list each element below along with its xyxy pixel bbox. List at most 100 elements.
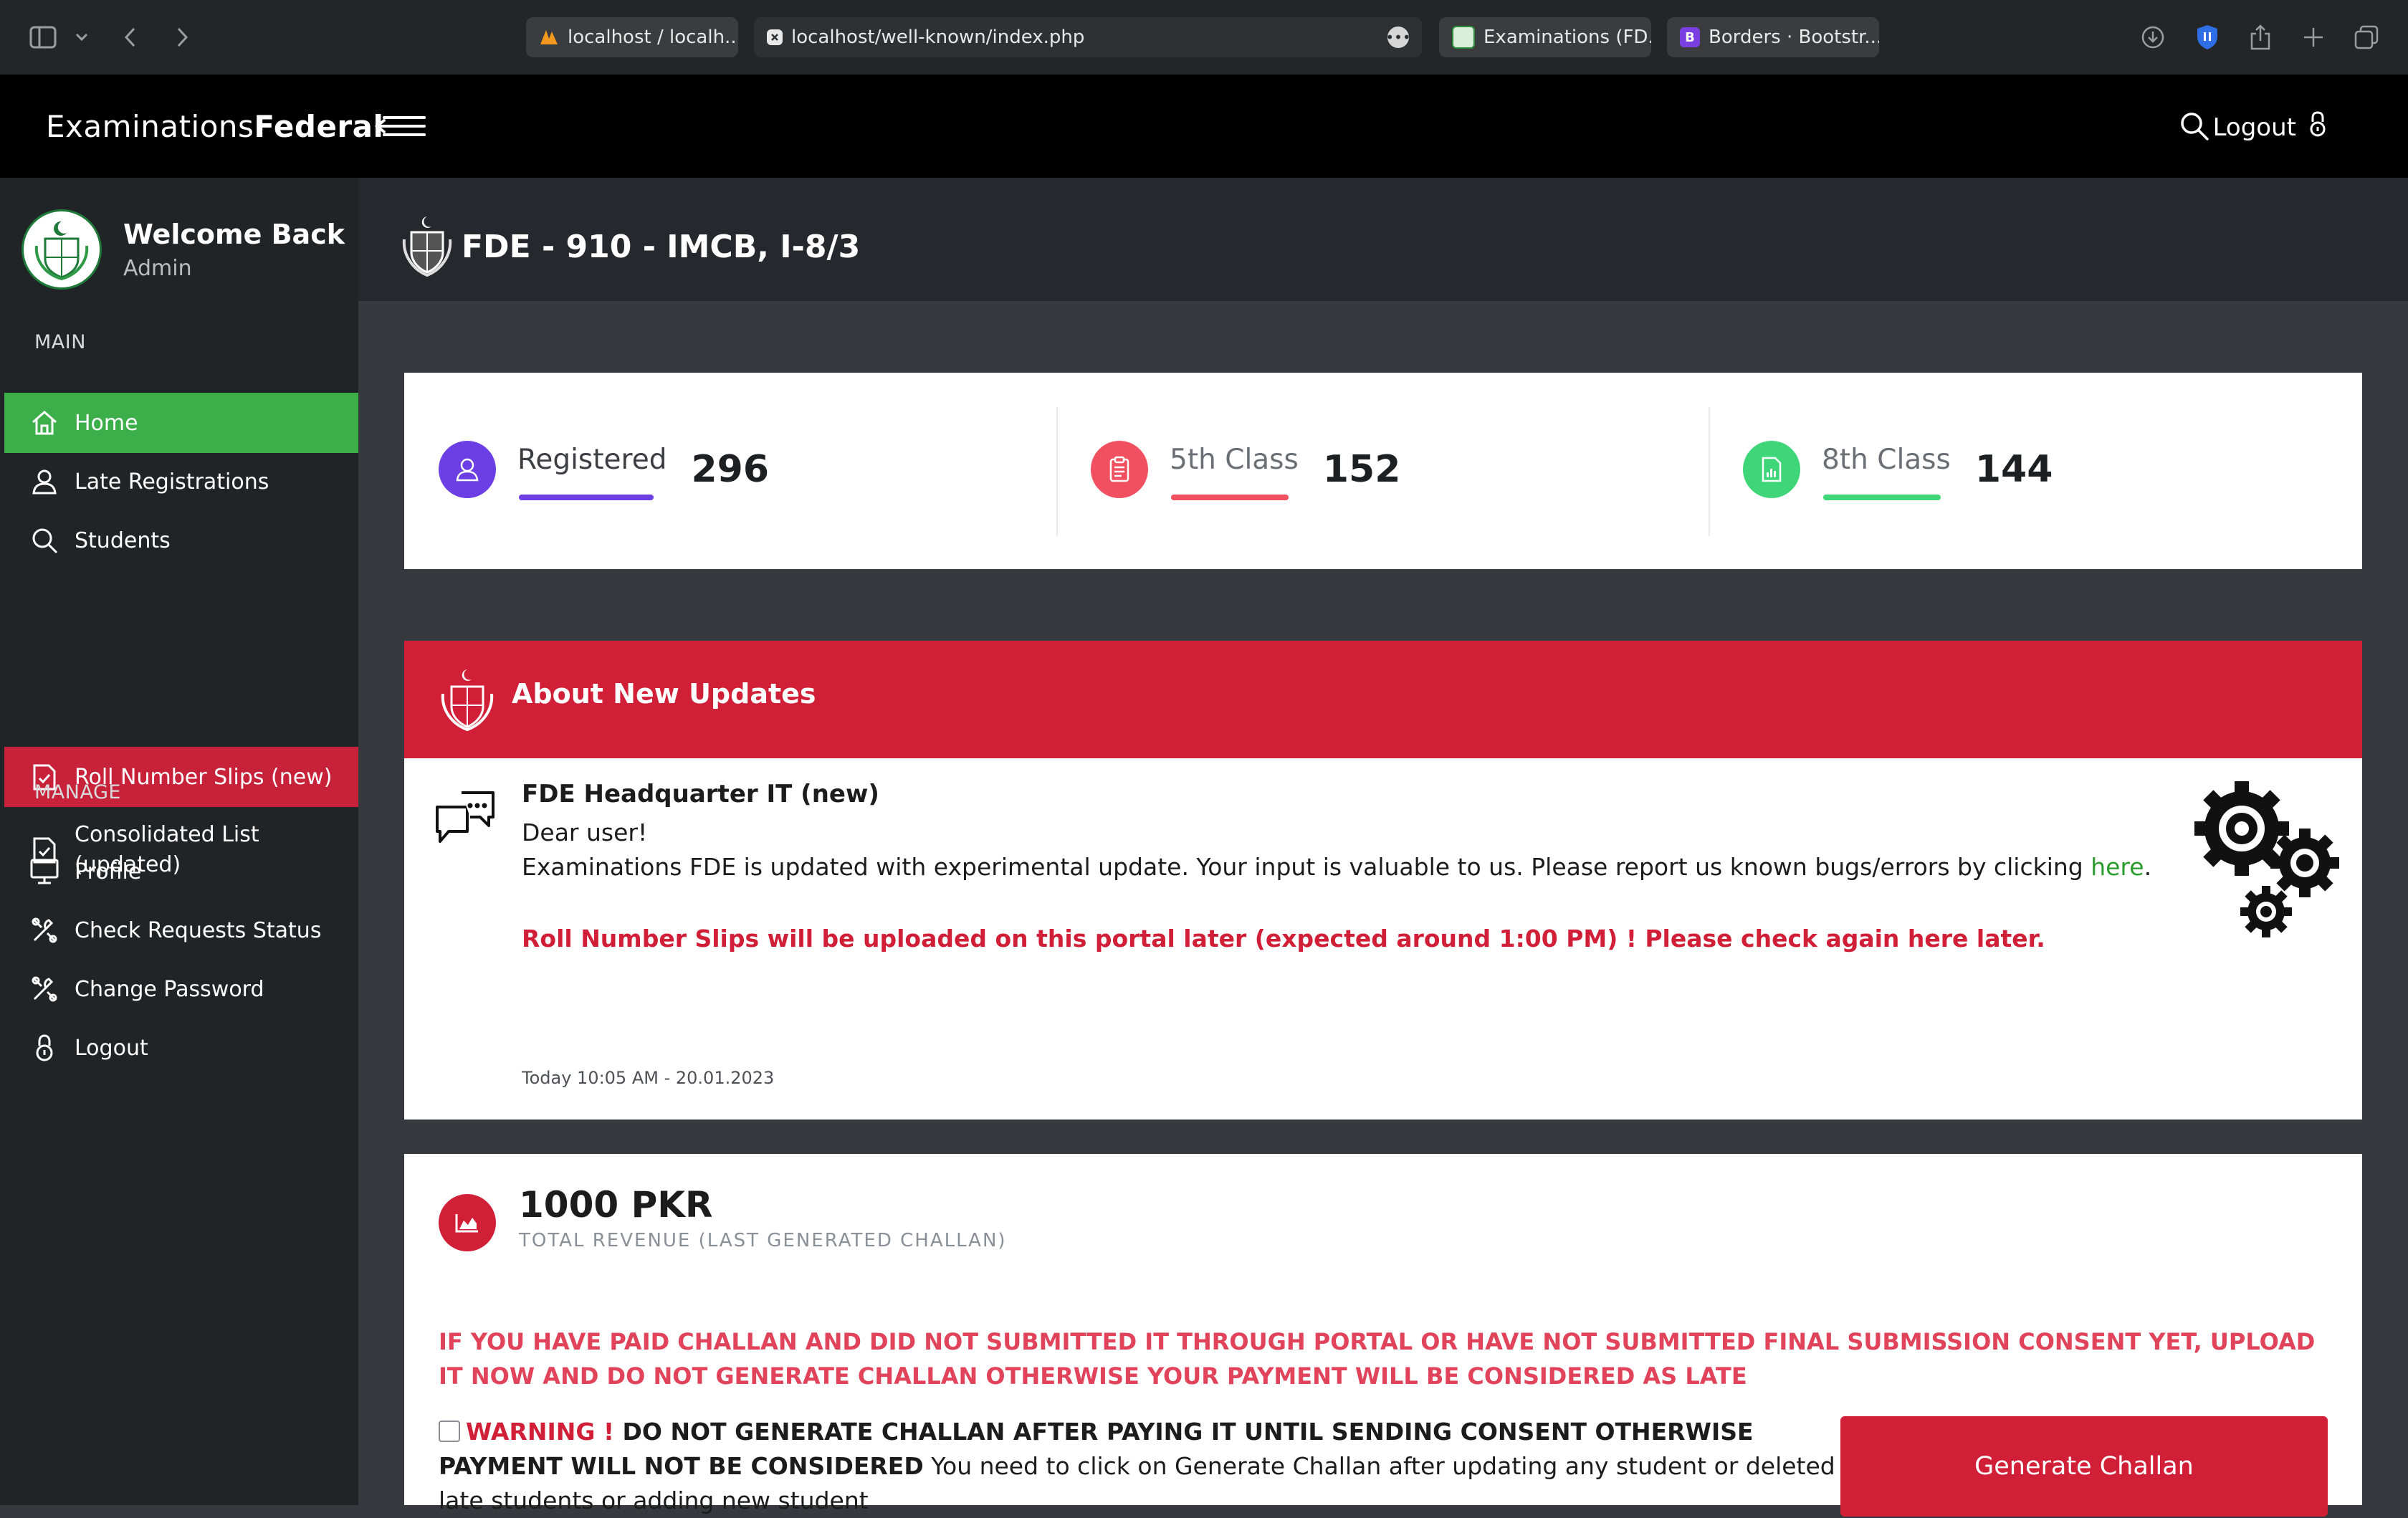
- area-chart-icon: [439, 1194, 496, 1251]
- update-author: FDE Headquarter IT (new): [522, 780, 879, 808]
- sidebar-item-label: Home: [75, 410, 138, 436]
- sidebar-item-label: Students: [75, 528, 171, 553]
- brand-light: Examinations: [46, 109, 254, 144]
- chat-bubble-icon: [433, 790, 497, 853]
- sidebar-item-change-password[interactable]: Change Password: [4, 959, 358, 1019]
- tab-examinations[interactable]: Examinations (FD...: [1439, 17, 1651, 57]
- updates-title: About New Updates: [512, 678, 816, 710]
- tab-bootstrap-borders[interactable]: B Borders · Bootstr...: [1667, 17, 1879, 57]
- update-message: Examinations FDE is updated with experim…: [522, 853, 2151, 881]
- url-text: localhost/well-known/index.php: [791, 27, 1085, 48]
- stat-8th-class: 8th Class 144: [1743, 373, 2053, 566]
- section-manage-label: MANAGE: [34, 781, 121, 803]
- logout-label: Logout: [2212, 113, 2296, 142]
- stat-registered: Registered 296: [439, 373, 769, 566]
- update-message-end: .: [2144, 853, 2152, 881]
- generate-challan-button[interactable]: Generate Challan: [1840, 1416, 2328, 1517]
- user-profile: Welcome Back Admin: [22, 209, 345, 290]
- consent-checkbox[interactable]: [439, 1421, 460, 1442]
- share-icon[interactable]: [2245, 22, 2276, 53]
- new-tab-icon[interactable]: [2298, 22, 2329, 53]
- sidebar-item-label: Late Registrations: [75, 469, 269, 495]
- chevron-down-icon[interactable]: [66, 22, 97, 53]
- stat-underline: [1823, 495, 1941, 500]
- warning-label: WARNING !: [466, 1418, 615, 1446]
- brand-bold: Federal: [254, 109, 384, 144]
- sidebar-item-home[interactable]: Home: [4, 393, 358, 453]
- user-icon: [439, 441, 496, 498]
- gears-icon: [2192, 777, 2342, 945]
- divider: [1056, 407, 1058, 536]
- tab-label: Borders · Bootstr...: [1709, 27, 1879, 48]
- download-icon[interactable]: [2137, 22, 2169, 53]
- stat-label: 8th Class: [1822, 443, 1951, 476]
- sidebar-item-label: Change Password: [75, 976, 264, 1002]
- tab-label: Examinations (FD...: [1484, 27, 1651, 48]
- divider: [1709, 407, 1710, 536]
- emblem-icon: [441, 669, 494, 732]
- tab-phpmyadmin[interactable]: localhost / localh...: [526, 17, 738, 57]
- user-icon: [29, 466, 60, 497]
- document-chart-icon: [1743, 441, 1800, 498]
- stat-underline: [519, 495, 654, 500]
- stat-value: 144: [1974, 448, 2053, 491]
- brand-logo[interactable]: ExaminationsFederal: [46, 109, 383, 144]
- lock-icon: [29, 1032, 60, 1064]
- sidebar-item-label: Logout: [75, 1035, 148, 1061]
- menu-toggle-icon[interactable]: [374, 112, 429, 143]
- home-icon: [29, 407, 60, 439]
- phpmyadmin-icon: [539, 27, 559, 47]
- browser-toolbar: localhost / localh... localhost/well-kno…: [0, 0, 2408, 75]
- updates-header: About New Updates: [404, 641, 2362, 758]
- password-manager-icon[interactable]: [2192, 22, 2223, 53]
- app-header: ExaminationsFederal Logout: [0, 75, 2408, 178]
- sidebar-item-check-requests[interactable]: Check Requests Status: [4, 900, 358, 960]
- clipboard-icon: [1091, 441, 1148, 498]
- search-icon: [29, 525, 60, 556]
- challan-warning: WARNING ! DO NOT GENERATE CHALLAN AFTER …: [439, 1415, 1858, 1518]
- update-message-text: Examinations FDE is updated with experim…: [522, 853, 2091, 881]
- user-role: Admin: [123, 255, 192, 281]
- lock-icon: [2308, 110, 2328, 144]
- sidebar-item-profile[interactable]: Profile: [4, 841, 358, 902]
- page-close-icon: [767, 29, 783, 45]
- stats-card: Registered 296 5th Class 152 8th Class 1…: [404, 373, 2362, 569]
- back-icon[interactable]: [115, 22, 146, 53]
- stat-value: 152: [1322, 448, 1401, 491]
- sidebar-item-label: Check Requests Status: [75, 917, 322, 943]
- stat-5th-class: 5th Class 152: [1091, 373, 1400, 566]
- sidebar-item-late-registrations[interactable]: Late Registrations: [4, 452, 358, 512]
- stat-label: 5th Class: [1170, 443, 1299, 476]
- revenue-amount: 1000 PKR: [519, 1184, 713, 1226]
- emblem-favicon-icon: [1452, 26, 1475, 49]
- forward-icon[interactable]: [166, 22, 198, 53]
- challan-alert: IF YOU HAVE PAID CHALLAN AND DID NOT SUB…: [439, 1328, 2316, 1390]
- sidebar-item-label: Profile: [75, 859, 142, 884]
- report-link[interactable]: here: [2091, 853, 2144, 881]
- avatar: [22, 209, 102, 290]
- revenue-card: 1000 PKR TOTAL REVENUE (LAST GENERATED C…: [404, 1154, 2362, 1517]
- emblem-icon: [402, 216, 452, 277]
- revenue-subtitle: TOTAL REVENUE (LAST GENERATED CHALLAN): [519, 1230, 1007, 1251]
- page-title-wrap: FDE - 910 - IMCB, I-8/3: [398, 214, 860, 280]
- sidebar-item-logout[interactable]: Logout: [4, 1018, 358, 1078]
- update-warning: Roll Number Slips will be uploaded on th…: [522, 925, 2045, 953]
- page-header: FDE - 910 - IMCB, I-8/3: [358, 178, 2408, 301]
- page-title: FDE - 910 - IMCB, I-8/3: [462, 228, 861, 265]
- address-bar[interactable]: localhost/well-known/index.php •••: [754, 17, 1422, 57]
- logout-link-top[interactable]: Logout: [2213, 110, 2328, 144]
- tools-icon: [29, 973, 60, 1005]
- search-icon[interactable]: [2179, 110, 2210, 142]
- pakistan-emblem-icon: [34, 221, 89, 281]
- tab-label: localhost / localh...: [568, 27, 738, 48]
- sidebar-toggle-icon[interactable]: [27, 22, 59, 53]
- stat-underline: [1171, 495, 1289, 500]
- sidebar: Welcome Back Admin MAIN Home Late Regist…: [0, 178, 358, 1505]
- tab-overview-icon[interactable]: [2351, 22, 2382, 53]
- tools-icon: [29, 915, 60, 946]
- more-options-icon[interactable]: •••: [1385, 27, 1411, 48]
- monitor-icon: [29, 856, 60, 887]
- section-main-label: MAIN: [34, 331, 86, 353]
- sidebar-item-students[interactable]: Students: [4, 510, 358, 571]
- welcome-text: Welcome Back: [123, 218, 345, 250]
